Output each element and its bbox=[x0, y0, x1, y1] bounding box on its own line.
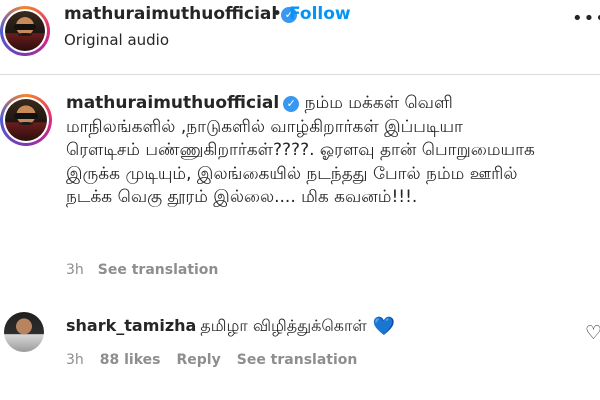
caption-avatar[interactable] bbox=[0, 94, 52, 146]
comment: shark_tamizha தமிழா விழித்துக்கொள் 💙 bbox=[66, 316, 395, 337]
follow-button[interactable]: Follow bbox=[289, 4, 351, 24]
audio-label[interactable]: Original audio bbox=[64, 31, 169, 49]
comment-meta: 3h 88 likes Reply See translation bbox=[66, 352, 373, 368]
separator-dot: • bbox=[272, 4, 283, 24]
comment-text: தமிழா விழித்துக்கொள் bbox=[200, 316, 367, 335]
three-dots-icon[interactable]: ••• bbox=[572, 8, 600, 29]
comment-time: 3h bbox=[66, 352, 84, 368]
header-username-text[interactable]: mathuraimuthuofficial bbox=[64, 4, 277, 24]
reply-button[interactable]: Reply bbox=[177, 352, 221, 368]
caption-meta: 3h See translation bbox=[66, 262, 218, 278]
comment-likes[interactable]: 88 likes bbox=[100, 352, 161, 368]
verified-badge-icon: ✓ bbox=[283, 96, 300, 112]
caption-time: 3h bbox=[66, 262, 84, 278]
blue-heart-emoji: 💙 bbox=[372, 316, 396, 337]
see-translation-link[interactable]: See translation bbox=[98, 262, 219, 278]
comment-username[interactable]: shark_tamizha bbox=[66, 316, 196, 335]
commenter-avatar[interactable] bbox=[4, 312, 44, 352]
header-username[interactable]: mathuraimuthuofficial ✓ bbox=[64, 4, 298, 24]
comment-see-translation-link[interactable]: See translation bbox=[237, 352, 358, 368]
profile-avatar[interactable] bbox=[0, 6, 50, 56]
caption-username[interactable]: mathuraimuthuofficial bbox=[66, 93, 279, 113]
caption: mathuraimuthuofficial ✓ நம்ம மக்கள் வெளி … bbox=[66, 92, 536, 210]
heart-outline-icon[interactable]: ♡ bbox=[585, 322, 600, 344]
post-header: mathuraimuthuofficial ✓ • Follow Original… bbox=[0, 0, 600, 62]
divider bbox=[0, 74, 600, 75]
